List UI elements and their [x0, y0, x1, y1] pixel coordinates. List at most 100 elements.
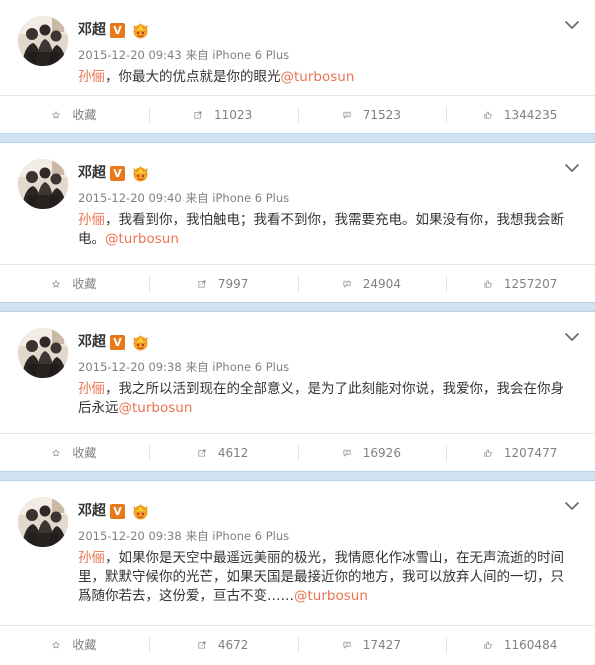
verified-badge-icon: V: [110, 23, 125, 38]
verified-badge-icon: V: [110, 335, 125, 350]
like-count: 1207477: [503, 445, 558, 460]
avatar[interactable]: [18, 328, 68, 378]
repost-icon: [198, 277, 212, 291]
avatar[interactable]: [18, 159, 68, 209]
repost-button[interactable]: 7997: [148, 265, 298, 302]
comment-icon: [343, 638, 357, 652]
mention-link[interactable]: @turbosun: [119, 400, 193, 416]
username[interactable]: 邓超: [78, 502, 106, 520]
like-button[interactable]: 1160484: [446, 626, 595, 663]
avatar[interactable]: [18, 16, 68, 66]
like-count: 1257207: [503, 276, 558, 291]
mention-name[interactable]: 孙俪: [78, 550, 105, 566]
favorite-label: 收藏: [72, 277, 97, 291]
post-text: ，你最大的优点就是你的眼光: [105, 69, 281, 85]
chevron-down-icon[interactable]: [565, 159, 579, 172]
repost-icon: [194, 108, 208, 122]
favorite-button[interactable]: 收藏: [0, 265, 149, 302]
weibo-post: 邓超 V 2015-12-20 09:43 来自 iPhone 6 Plus 孙俪…: [0, 0, 595, 133]
star-icon: [52, 108, 66, 122]
avatar[interactable]: [18, 497, 68, 547]
like-count: 1160484: [503, 637, 558, 652]
action-bar: 收藏 11023 71523 1344235: [0, 95, 595, 133]
post-separator: [0, 133, 595, 143]
favorite-button[interactable]: 收藏: [0, 434, 149, 471]
verified-badge-icon: V: [110, 504, 125, 519]
repost-icon: [198, 638, 212, 652]
post-content: 孙俪，我之所以活到现在的全部意义，是为了此刻能对你说，我爱你，我会在你身后永远@…: [78, 380, 574, 418]
favorite-button[interactable]: 收藏: [0, 626, 149, 663]
comment-button[interactable]: 24904: [297, 265, 447, 302]
post-source[interactable]: 来自 iPhone 6 Plus: [186, 529, 290, 543]
post-content: 孙俪，我看到你，我怕触电；我看不到你，我需要充电。如果没有你，我想我会断电。@t…: [78, 211, 574, 249]
post-timestamp[interactable]: 2015-12-20 09:38: [78, 529, 182, 543]
post-source[interactable]: 来自 iPhone 6 Plus: [186, 48, 290, 62]
post-timestamp[interactable]: 2015-12-20 09:40: [78, 191, 182, 205]
comment-icon: [343, 446, 357, 460]
mention-name[interactable]: 孙俪: [78, 212, 105, 228]
repost-count: 4672: [217, 637, 249, 652]
mention-link[interactable]: @turbosun: [294, 588, 368, 604]
post-timestamp[interactable]: 2015-12-20 09:38: [78, 360, 182, 374]
thumbs-up-icon: [484, 638, 498, 652]
post-source[interactable]: 来自 iPhone 6 Plus: [186, 360, 290, 374]
mention-name[interactable]: 孙俪: [78, 69, 105, 85]
weibo-post: 邓超 V 2015-12-20 09:38 来自 iPhone 6 Plus 孙俪…: [0, 312, 595, 471]
favorite-label: 收藏: [72, 108, 97, 122]
post-separator: [0, 302, 595, 312]
comment-icon: [343, 108, 357, 122]
comment-button[interactable]: 17427: [297, 626, 447, 663]
mention-name[interactable]: 孙俪: [78, 381, 105, 397]
mention-link[interactable]: @turbosun: [281, 69, 355, 85]
star-icon: [52, 446, 66, 460]
like-button[interactable]: 1257207: [446, 265, 595, 302]
post-separator: [0, 471, 595, 481]
post-content: 孙俪，你最大的优点就是你的眼光@turbosun: [78, 68, 574, 87]
username[interactable]: 邓超: [78, 21, 106, 39]
action-bar: 收藏 4672 17427 1160484: [0, 625, 595, 663]
member-crown-icon: [131, 164, 150, 182]
post-meta: 2015-12-20 09:43 来自 iPhone 6 Plus: [78, 47, 289, 63]
star-icon: [52, 638, 66, 652]
chevron-down-icon[interactable]: [565, 497, 579, 510]
weibo-post: 邓超 V 2015-12-20 09:40 来自 iPhone 6 Plus 孙俪…: [0, 143, 595, 302]
weibo-post: 邓超 V 2015-12-20 09:38 来自 iPhone 6 Plus 孙俪…: [0, 481, 595, 665]
post-source[interactable]: 来自 iPhone 6 Plus: [186, 191, 290, 205]
mention-link[interactable]: @turbosun: [105, 231, 179, 247]
comment-button[interactable]: 16926: [297, 434, 447, 471]
repost-button[interactable]: 11023: [148, 96, 298, 133]
member-crown-icon: [131, 333, 150, 351]
post-meta: 2015-12-20 09:40 来自 iPhone 6 Plus: [78, 190, 289, 206]
star-icon: [52, 277, 66, 291]
post-meta: 2015-12-20 09:38 来自 iPhone 6 Plus: [78, 359, 289, 375]
member-crown-icon: [131, 502, 150, 520]
repost-count: 11023: [214, 107, 253, 122]
comment-icon: [343, 277, 357, 291]
repost-button[interactable]: 4672: [148, 626, 298, 663]
favorite-label: 收藏: [72, 446, 97, 460]
action-bar: 收藏 7997 24904 1257207: [0, 264, 595, 302]
username[interactable]: 邓超: [78, 333, 106, 351]
post-timestamp[interactable]: 2015-12-20 09:43: [78, 48, 182, 62]
repost-icon: [198, 446, 212, 460]
repost-button[interactable]: 4612: [148, 434, 298, 471]
chevron-down-icon[interactable]: [565, 328, 579, 341]
thumbs-up-icon: [484, 108, 498, 122]
member-crown-icon: [131, 21, 150, 39]
comment-count: 71523: [362, 107, 401, 122]
like-count: 1344235: [503, 107, 558, 122]
like-button[interactable]: 1207477: [446, 434, 595, 471]
action-bar: 收藏 4612 16926 1207477: [0, 433, 595, 471]
post-content: 孙俪，如果你是天空中最遥远美丽的极光，我情愿化作冰雪山，在无声流逝的时间里，默默…: [78, 549, 574, 606]
post-meta: 2015-12-20 09:38 来自 iPhone 6 Plus: [78, 528, 289, 544]
repost-count: 4612: [217, 445, 249, 460]
username[interactable]: 邓超: [78, 164, 106, 182]
like-button[interactable]: 1344235: [446, 96, 595, 133]
favorite-label: 收藏: [72, 638, 97, 652]
thumbs-up-icon: [484, 446, 498, 460]
favorite-button[interactable]: 收藏: [0, 96, 149, 133]
thumbs-up-icon: [484, 277, 498, 291]
chevron-down-icon[interactable]: [565, 16, 579, 29]
comment-count: 17427: [362, 637, 401, 652]
comment-button[interactable]: 71523: [297, 96, 447, 133]
